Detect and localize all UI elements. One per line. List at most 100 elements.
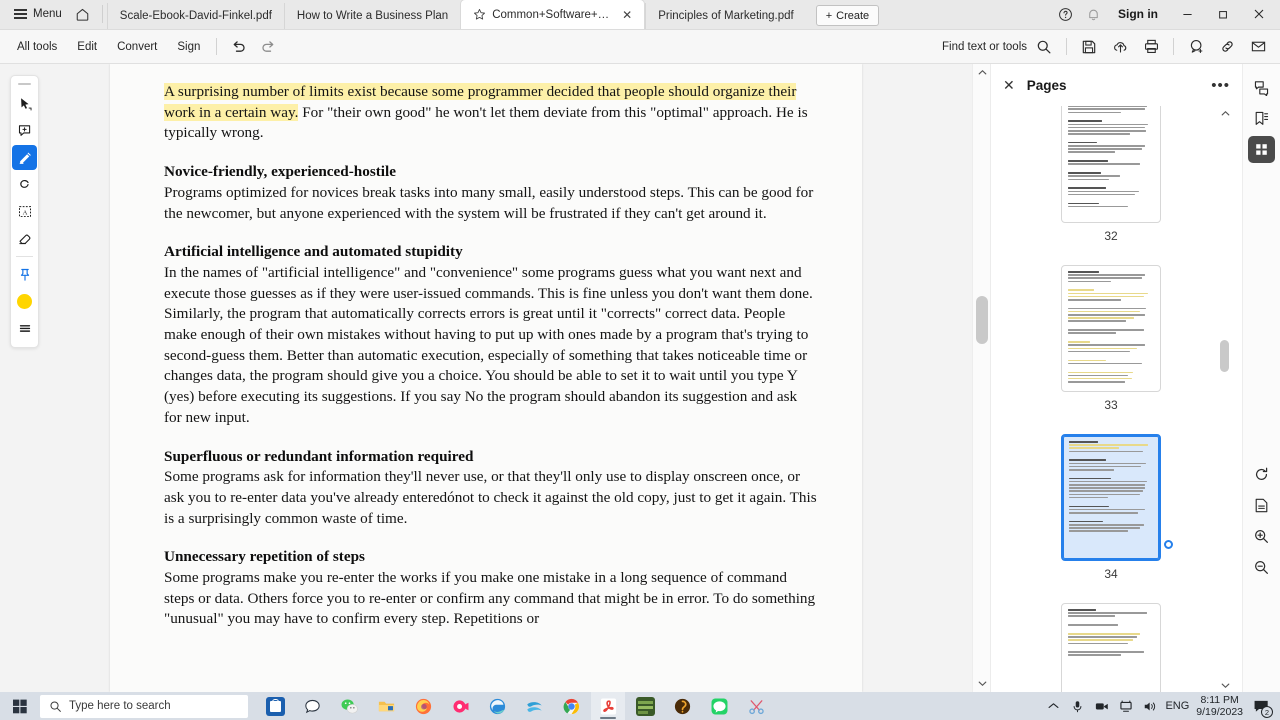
line-app-icon — [711, 698, 727, 714]
taskbar-app-line[interactable] — [702, 692, 736, 720]
sign-in-button[interactable]: Sign in — [1108, 7, 1168, 21]
taskbar-app-screen-recorder[interactable] — [443, 692, 477, 720]
fit-page-button[interactable] — [1248, 492, 1275, 519]
document-scrollbar[interactable] — [972, 64, 990, 692]
volume-button[interactable] — [1141, 698, 1158, 715]
document-viewport[interactable]: A surprising number of limits exist beca… — [48, 64, 990, 692]
window-minimize-button[interactable] — [1170, 0, 1204, 29]
bookmarks-panel-button[interactable] — [1248, 105, 1275, 132]
taskbar-app-blue-swirl[interactable] — [517, 692, 551, 720]
tab-principles-of-marketing[interactable]: Principles of Marketing.pdf — [645, 3, 806, 29]
scroll-down-button[interactable] — [973, 675, 991, 692]
thumbnail-resize-handle[interactable] — [1164, 540, 1173, 549]
restore-icon — [1218, 10, 1227, 18]
thumbnail-item[interactable]: 33 — [991, 257, 1231, 412]
tab-close-button[interactable]: ✕ — [622, 9, 632, 21]
comment-tool-button[interactable] — [12, 118, 37, 143]
main-toolbar: All tools Edit Convert Sign Find text or… — [0, 30, 1280, 64]
taskbar-app-wechat[interactable] — [332, 692, 366, 720]
window-restore-button[interactable] — [1206, 0, 1240, 29]
language-indicator[interactable]: ENG — [1165, 700, 1189, 712]
taskbar-app-firefox[interactable] — [406, 692, 440, 720]
taskbar-app-google-chrome[interactable] — [554, 692, 588, 720]
pages-panel-more-button[interactable]: ••• — [1211, 78, 1230, 93]
section-heading: Artificial intelligence and automated st… — [164, 243, 463, 261]
notifications-button[interactable]: 2 — [1250, 696, 1273, 718]
search-icon — [1037, 40, 1051, 53]
undo-button[interactable] — [224, 34, 252, 60]
yellow-color-dot-icon — [17, 294, 32, 309]
color-swatch-button[interactable] — [12, 289, 37, 314]
save-button[interactable] — [1075, 34, 1103, 60]
scrollbar-thumb[interactable] — [976, 296, 988, 344]
comments-panel-button[interactable] — [1248, 74, 1275, 101]
show-hidden-icons-button[interactable] — [1045, 698, 1062, 715]
add-comment-button[interactable] — [1182, 34, 1210, 60]
all-tools-button[interactable]: All tools — [8, 37, 66, 57]
link-button[interactable] — [1213, 34, 1241, 60]
sign-button[interactable]: Sign — [168, 37, 209, 57]
print-button[interactable] — [1137, 34, 1165, 60]
redo-button[interactable] — [254, 34, 282, 60]
divider — [16, 256, 33, 257]
highlight-tool-button[interactable] — [12, 145, 37, 170]
help-button[interactable] — [1052, 1, 1078, 27]
taskbar-app-microsoft-store[interactable] — [258, 692, 292, 720]
thumbnails-scroll-down-button[interactable] — [1219, 678, 1231, 692]
rotate-button[interactable] — [1248, 461, 1275, 488]
menu-button[interactable]: Menu — [8, 2, 68, 26]
pages-panel-button[interactable] — [1248, 136, 1275, 163]
camera-button[interactable] — [1093, 698, 1110, 715]
convert-button[interactable]: Convert — [108, 37, 166, 57]
taskbar-app-green-app[interactable] — [628, 692, 662, 720]
taskbar-app-amber-app[interactable] — [665, 692, 699, 720]
close-icon — [1254, 9, 1264, 19]
page-thumbnail-list[interactable]: 32 33 34 — [991, 106, 1231, 692]
draw-tool-button[interactable] — [12, 172, 37, 197]
home-button[interactable] — [70, 2, 96, 26]
pin-tool-button[interactable] — [12, 262, 37, 287]
taskbar-app-chat[interactable] — [295, 692, 329, 720]
search-button[interactable] — [1030, 34, 1058, 60]
select-tool-button[interactable] — [12, 91, 37, 116]
edit-button[interactable]: Edit — [68, 37, 106, 57]
taskbar-app-file-explorer[interactable] — [369, 692, 403, 720]
taskbar-app-snipping-tool[interactable] — [739, 692, 773, 720]
email-button[interactable] — [1244, 34, 1272, 60]
more-tools-button[interactable] — [12, 316, 37, 341]
find-label[interactable]: Find text or tools — [942, 41, 1027, 53]
thumbnails-scrollbar[interactable] — [1219, 106, 1231, 692]
thumbnails-scrollbar-thumb[interactable] — [1220, 340, 1229, 372]
tab-business-plan[interactable]: How to Write a Business Plan — [283, 3, 460, 29]
page-thumbnail[interactable] — [1061, 434, 1161, 561]
display-button[interactable] — [1117, 698, 1134, 715]
page-thumbnail[interactable] — [1061, 603, 1161, 692]
microphone-button[interactable] — [1069, 698, 1086, 715]
zoom-in-button[interactable] — [1248, 523, 1275, 550]
close-pages-panel-button[interactable]: ✕ — [1003, 78, 1015, 92]
thumbnail-item-selected[interactable]: 34 — [991, 426, 1231, 581]
page-thumbnail[interactable] — [1061, 265, 1161, 392]
erase-tool-button[interactable] — [12, 226, 37, 251]
notifications-button[interactable] — [1080, 1, 1106, 27]
window-close-button[interactable] — [1242, 0, 1276, 29]
thumbnail-item[interactable]: 35 — [991, 595, 1231, 692]
upload-button[interactable] — [1106, 34, 1134, 60]
text-select-tool-button[interactable]: A — [12, 199, 37, 224]
link-icon — [1221, 41, 1233, 52]
zoom-out-button[interactable] — [1248, 554, 1275, 581]
taskbar-app-microsoft-edge[interactable] — [480, 692, 514, 720]
start-button[interactable] — [0, 692, 40, 720]
clock[interactable]: 8:11 PM 9/19/2023 — [1196, 694, 1243, 718]
thumbnail-item[interactable]: 32 — [991, 106, 1231, 243]
page-thumbnail[interactable] — [1061, 106, 1161, 223]
tab-scale-ebook[interactable]: Scale-Ebook-David-Finkel.pdf — [106, 3, 284, 29]
tab-common-software-errors[interactable]: Common+Software+Err… ✕ — [460, 0, 646, 29]
taskbar-search-input[interactable]: Type here to search — [40, 694, 248, 718]
thumbnails-scroll-up-button[interactable] — [1219, 106, 1231, 120]
scroll-up-button[interactable] — [973, 64, 991, 81]
drag-handle[interactable] — [18, 83, 31, 85]
create-button[interactable]: + Create — [815, 5, 880, 26]
taskbar-apps — [258, 692, 773, 720]
taskbar-app-adobe-acrobat[interactable] — [591, 692, 625, 720]
